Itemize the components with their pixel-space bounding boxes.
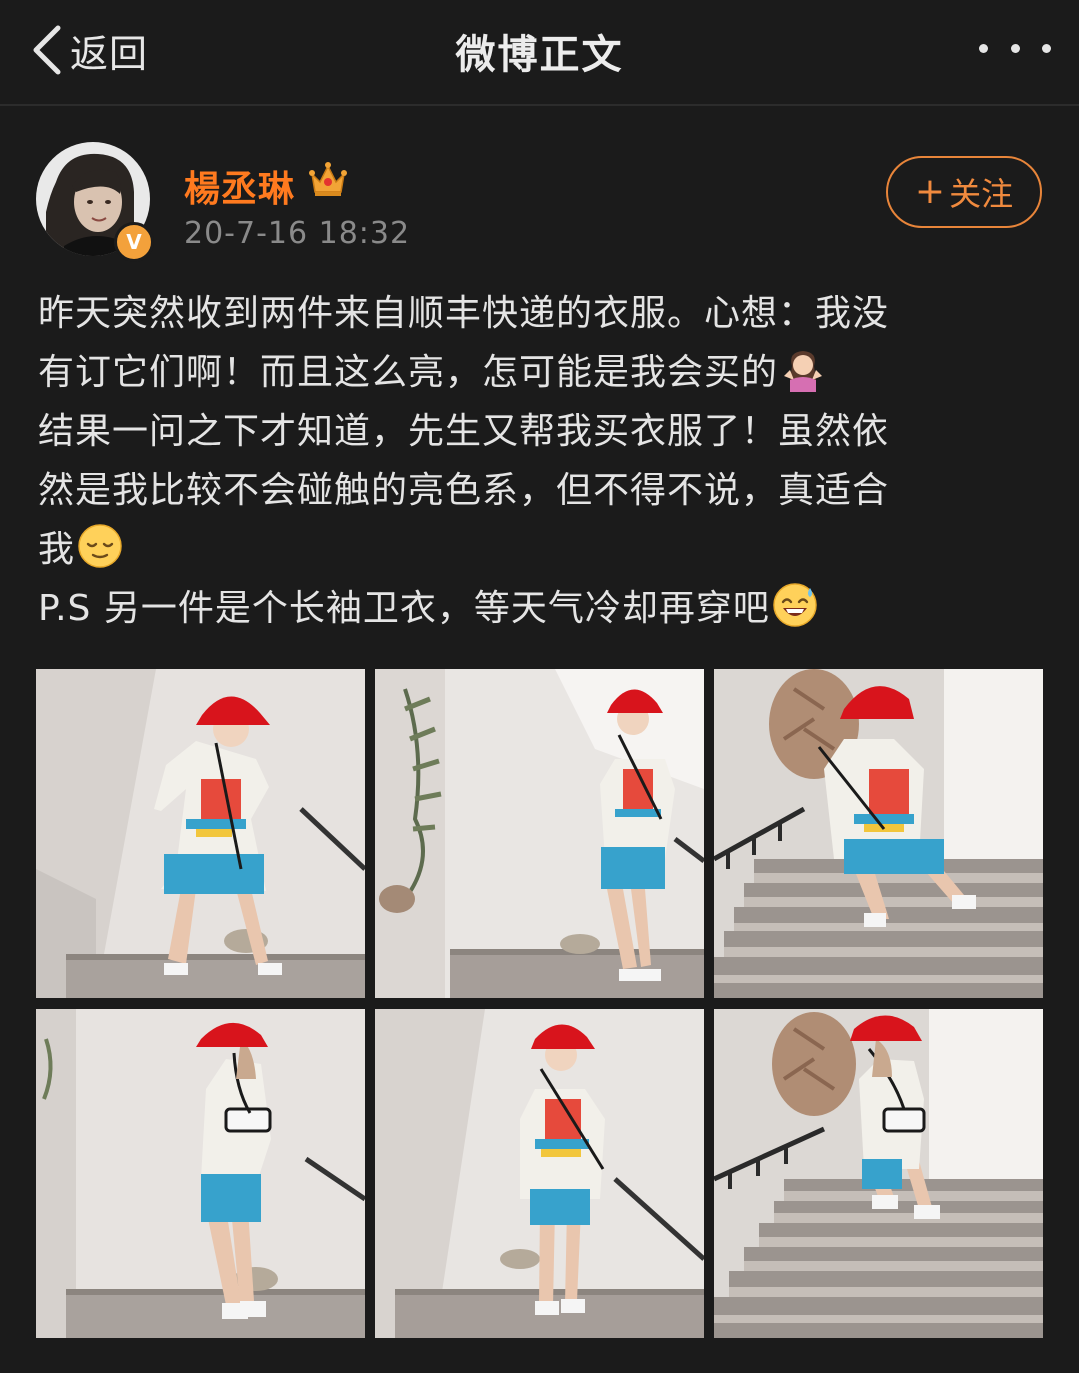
post-line: 有订它们啊！而且这么亮，怎可能是我会买的	[38, 352, 779, 393]
post-line-with-emoji: 我	[38, 520, 1048, 579]
sweat-smile-emoji-icon	[773, 583, 817, 627]
page-title: 微博正文	[455, 32, 624, 78]
post-line: 昨天突然收到两件来自顺丰快递的衣服。心想：我没	[38, 293, 890, 334]
back-button[interactable]: 返回	[30, 20, 148, 80]
photo-6[interactable]	[714, 1009, 1043, 1338]
post-timestamp: 20-7-16 18:32	[184, 216, 411, 251]
follow-label: 关注	[949, 175, 1014, 213]
follow-button[interactable]: + 关注	[886, 156, 1042, 228]
back-label: 返回	[70, 31, 149, 76]
more-dot	[1042, 43, 1051, 53]
post-line-with-emoji: 有订它们啊！而且这么亮，怎可能是我会买的	[38, 343, 1048, 402]
more-dot	[1010, 43, 1020, 53]
relieved-emoji-icon	[78, 524, 122, 568]
post-line: 然是我比较不会碰触的亮色系，但不得不说，真适合	[38, 470, 890, 511]
photo-5[interactable]	[375, 1009, 704, 1338]
photo-4[interactable]	[36, 1009, 365, 1338]
post-line: 我	[38, 529, 76, 570]
post-line-with-emoji: P.S 另一件是个长袖卫衣，等天气冷却再穿吧	[38, 579, 1048, 638]
photo-2[interactable]	[375, 669, 704, 998]
top-navigation-bar: 返回 微博正文	[0, 0, 1079, 106]
shrug-emoji-icon	[784, 351, 823, 392]
chevron-left-icon	[33, 25, 61, 75]
crown-icon	[309, 162, 347, 196]
photo-grid	[36, 669, 1043, 1339]
post-line: 结果一问之下才知道，先生又帮我买衣服了！虽然依	[38, 411, 890, 452]
photo-3[interactable]	[714, 669, 1043, 998]
post-body: 昨天突然收到两件来自顺丰快递的衣服。心想：我没 有订它们啊！而且这么亮，怎可能是…	[38, 284, 1048, 638]
post-line: P.S 另一件是个长袖卫衣，等天气冷却再穿吧	[38, 588, 770, 629]
more-options-button[interactable]	[979, 26, 1051, 70]
avatar[interactable]: V	[36, 142, 154, 262]
author-name[interactable]: 楊丞琳	[184, 160, 295, 212]
verified-v-icon: V	[114, 222, 154, 262]
plus-icon: +	[914, 171, 946, 212]
photo-1[interactable]	[36, 669, 365, 998]
more-dots-icon	[979, 43, 988, 53]
